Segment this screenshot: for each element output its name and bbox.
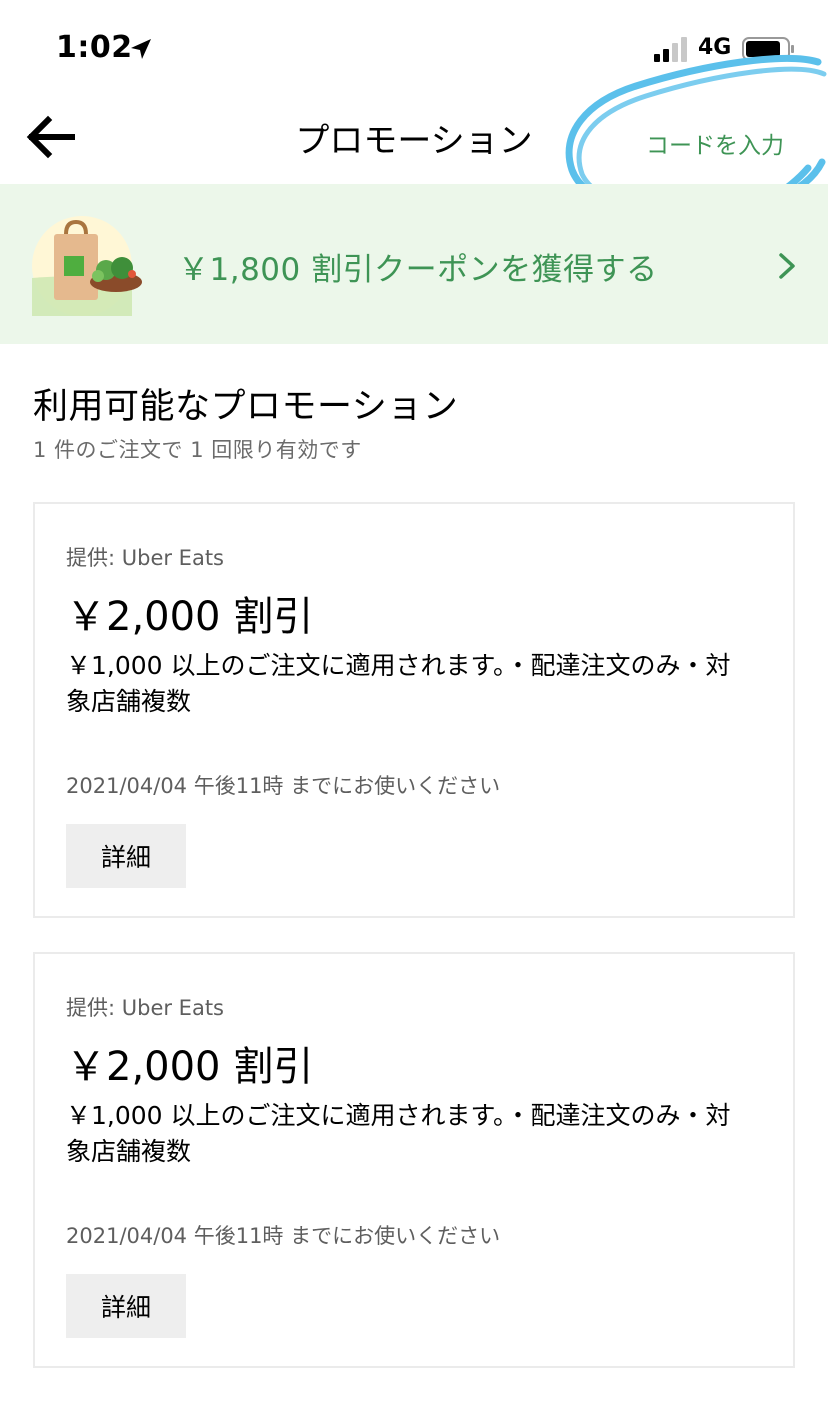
promotion-amount: ￥2,000 割引 <box>66 1044 314 1090</box>
coupon-banner[interactable]: ￥1,800 割引クーポンを獲得する <box>0 184 828 344</box>
back-arrow-icon[interactable] <box>24 112 78 162</box>
promotion-provider: 提供: Uber Eats <box>66 996 224 1020</box>
status-bar: 1:02 4G <box>0 0 828 100</box>
details-button[interactable]: 詳細 <box>66 1274 186 1338</box>
section-title: 利用可能なプロモーション <box>33 387 459 427</box>
grocery-bag-salad-icon <box>32 216 142 316</box>
enter-code-button[interactable]: コードを入力 <box>620 126 810 160</box>
battery-icon <box>742 37 794 61</box>
promotion-description: ￥1,000 以上のご注文に適用されます。・配達注文のみ・対象店舗複数 <box>66 651 731 716</box>
promotion-card: 提供: Uber Eats ￥2,000 割引 ￥1,000 以上のご注文に適用… <box>33 952 795 1368</box>
banner-text: ￥1,800 割引クーポンを獲得する <box>178 252 658 288</box>
chevron-right-icon <box>779 253 795 279</box>
promotion-expiry: 2021/04/04 午後11時 までにお使いください <box>66 774 501 798</box>
details-button[interactable]: 詳細 <box>66 824 186 888</box>
location-arrow-icon <box>131 39 151 59</box>
signal-bars-icon <box>654 37 687 62</box>
promotion-card: 提供: Uber Eats ￥2,000 割引 ￥1,000 以上のご注文に適用… <box>33 502 795 918</box>
promotion-description: ￥1,000 以上のご注文に適用されます。・配達注文のみ・対象店舗複数 <box>66 1101 731 1166</box>
promotion-expiry: 2021/04/04 午後11時 までにお使いください <box>66 1224 501 1248</box>
section-subtitle: 1 件のご注文で 1 回限り有効です <box>33 438 362 462</box>
status-time: 1:02 <box>56 30 133 65</box>
network-type: 4G <box>698 35 732 60</box>
promotion-provider: 提供: Uber Eats <box>66 546 224 570</box>
promotion-amount: ￥2,000 割引 <box>66 594 314 640</box>
